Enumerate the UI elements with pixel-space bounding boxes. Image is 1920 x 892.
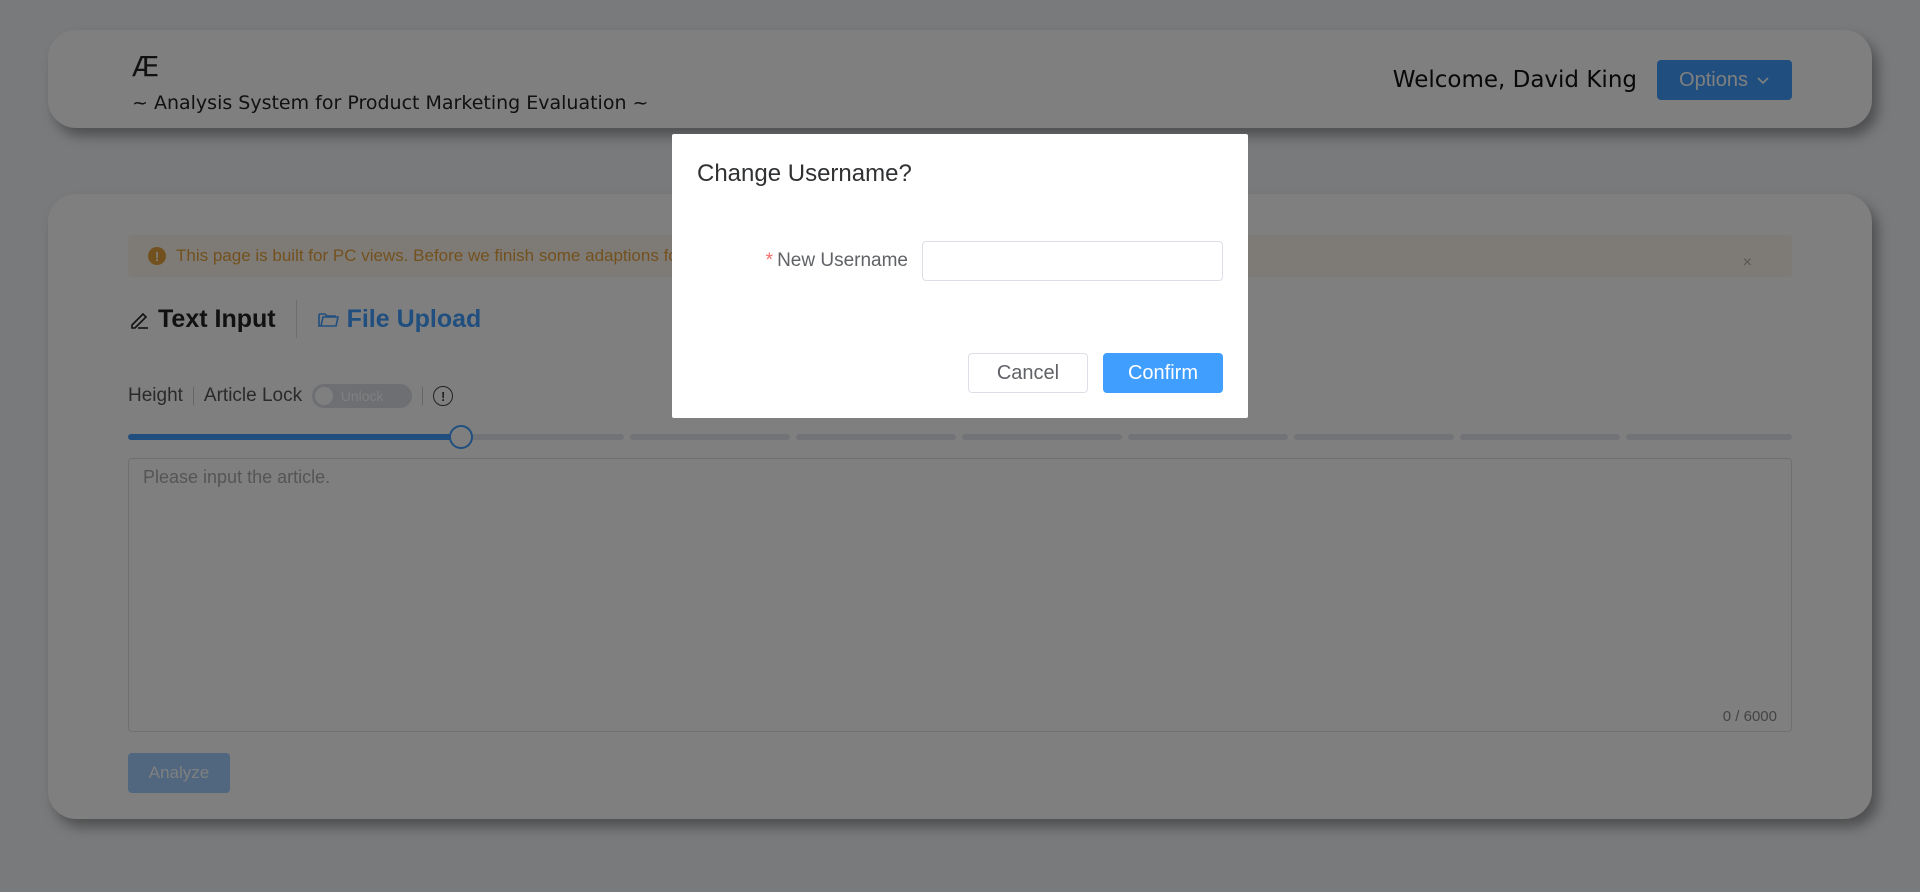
- confirm-button[interactable]: Confirm: [1103, 353, 1223, 393]
- new-username-input[interactable]: [922, 241, 1223, 281]
- change-username-dialog: Change Username? * New Username Cancel Co…: [672, 134, 1248, 418]
- required-mark: *: [765, 250, 774, 271]
- new-username-label-text: New Username: [777, 250, 908, 271]
- cancel-button[interactable]: Cancel: [968, 353, 1088, 393]
- dialog-title: Change Username?: [697, 160, 912, 187]
- new-username-label: * New Username: [766, 250, 908, 272]
